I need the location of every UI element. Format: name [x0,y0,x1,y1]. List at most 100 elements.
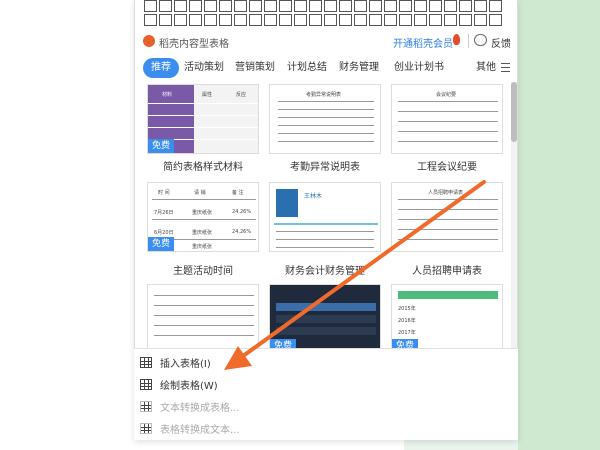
grid-cell[interactable] [249,14,262,26]
grid-cell[interactable] [294,14,307,26]
tab-event-planning[interactable]: 活动策划 [184,58,224,78]
grid-cell[interactable] [204,14,217,26]
grid-cell[interactable] [174,14,187,26]
template-card-recruitment[interactable]: 人员招聘申请表 [391,182,503,252]
thumb-line [398,209,498,210]
grid-cell[interactable] [264,14,277,26]
grid-cell[interactable] [234,0,247,12]
template-scrollbar-thumb[interactable] [511,82,517,142]
insert-table-menu-item[interactable]: 插入表格(I) [140,353,390,371]
free-badge: 免费 [148,237,174,251]
grid-cell[interactable] [384,0,397,12]
thumb-cell: 7月26日 [154,210,174,216]
grid-cell[interactable] [384,14,397,26]
template-title[interactable]: 简约表格样式材料 [147,158,259,173]
tab-marketing[interactable]: 营销策划 [235,58,275,78]
grid-cell[interactable] [159,14,172,26]
template-card-activity-time[interactable]: 时 间 请 销 备 注 7月26日 重庆纸张 24.26% 6月20日 重庆纸张… [147,182,259,252]
grid-cell[interactable] [159,0,172,12]
thumb-line [278,109,374,110]
grid-cell[interactable] [264,0,277,12]
template-title[interactable]: 考勤异常说明表 [269,158,381,173]
template-card-meeting-minutes[interactable]: 会议纪要 [391,84,503,154]
table-to-text-menu-item: 表格转换成文本... [140,419,390,437]
grid-cell[interactable] [144,14,157,26]
grid-cell[interactable] [309,14,322,26]
tab-plan-summary[interactable]: 计划总结 [287,58,327,78]
feedback-icon[interactable] [474,34,487,46]
feedback-link[interactable]: 反馈 [491,35,511,50]
thumb-line [278,101,374,102]
grid-cell[interactable] [354,14,367,26]
tab-recommend[interactable]: 推荐 [143,58,179,78]
grid-cell[interactable] [429,14,442,26]
grid-cell[interactable] [234,14,247,26]
grid-cell[interactable] [414,14,427,26]
grid-cell[interactable] [189,0,202,12]
grid-cell[interactable] [399,14,412,26]
grid-cell[interactable] [324,0,337,12]
grid-cell[interactable] [339,14,352,26]
grid-cell[interactable] [489,0,502,12]
grid-cell[interactable] [174,0,187,12]
thumb-line [148,127,258,128]
template-card[interactable] [147,284,259,354]
thumb-cell: 6月20日 [154,230,174,236]
grid-cell[interactable] [474,14,487,26]
thumb-line [278,117,374,118]
grid-cell[interactable] [489,14,502,26]
thumb-bar [276,315,376,323]
grid-cell[interactable] [309,0,322,12]
grid-cell[interactable] [369,0,382,12]
grid-cell[interactable] [324,14,337,26]
grid-cell[interactable] [204,0,217,12]
draw-table-icon [140,378,152,390]
thumb-line [278,125,374,126]
grid-cell[interactable] [219,14,232,26]
grid-cell[interactable] [459,0,472,12]
template-card-finance-resume[interactable]: 王林木 [269,182,381,252]
grid-cell[interactable] [279,14,292,26]
grid-cell[interactable] [474,0,487,12]
tab-finance[interactable]: 财务管理 [339,58,379,78]
grid-cell[interactable] [189,14,202,26]
grid-cell[interactable] [429,0,442,12]
grid-cell[interactable] [399,0,412,12]
grid-cell[interactable] [144,0,157,12]
template-card-simple-table[interactable]: 材料 属性 反应 免费 [147,84,259,154]
template-card-yearly[interactable]: 2015年 2016年 2017年 免费 [391,284,503,354]
thumb-line [398,101,498,102]
grid-cell[interactable] [279,0,292,12]
draw-table-menu-item[interactable]: 绘制表格(W) [140,375,390,393]
thumb-cell: 24.26% [232,229,252,235]
grid-cell[interactable] [444,0,457,12]
grid-cell[interactable] [459,14,472,26]
menu-icon[interactable] [501,63,510,72]
thumb-bar [274,223,378,225]
grid-cell[interactable] [294,0,307,12]
template-title[interactable]: 财务会计财务管理 [269,262,381,277]
template-title[interactable]: 人员招聘申请表 [391,262,503,277]
grid-cell[interactable] [414,0,427,12]
template-title[interactable]: 主题活动时间 [147,262,259,277]
thumb-line [398,199,498,200]
grid-cell[interactable] [249,0,262,12]
template-title[interactable]: 工程会议纪要 [391,158,503,173]
tab-business-plan[interactable]: 创业计划书 [394,58,444,78]
tab-other[interactable]: 其他 [476,58,496,78]
grid-cell[interactable] [339,0,352,12]
grid-cell[interactable] [354,0,367,12]
thumb-cell: 重庆纸张 [192,244,213,250]
grid-cell[interactable] [219,0,232,12]
grid-cell[interactable] [369,14,382,26]
template-card-attendance[interactable]: 考勤异常说明表 [269,84,381,154]
thumb-line [152,219,256,220]
open-vip-link[interactable]: 开通稻壳会员 [393,35,453,50]
thumb-title: 会议纪要 [436,92,457,98]
template-card-dark[interactable]: 免费 [269,284,381,354]
thumb-title: 考勤异常说明表 [306,92,342,98]
thumb-line [148,115,258,116]
grid-cell[interactable] [444,14,457,26]
table-size-grid-picker[interactable] [144,0,512,28]
thumb-line [152,199,256,200]
